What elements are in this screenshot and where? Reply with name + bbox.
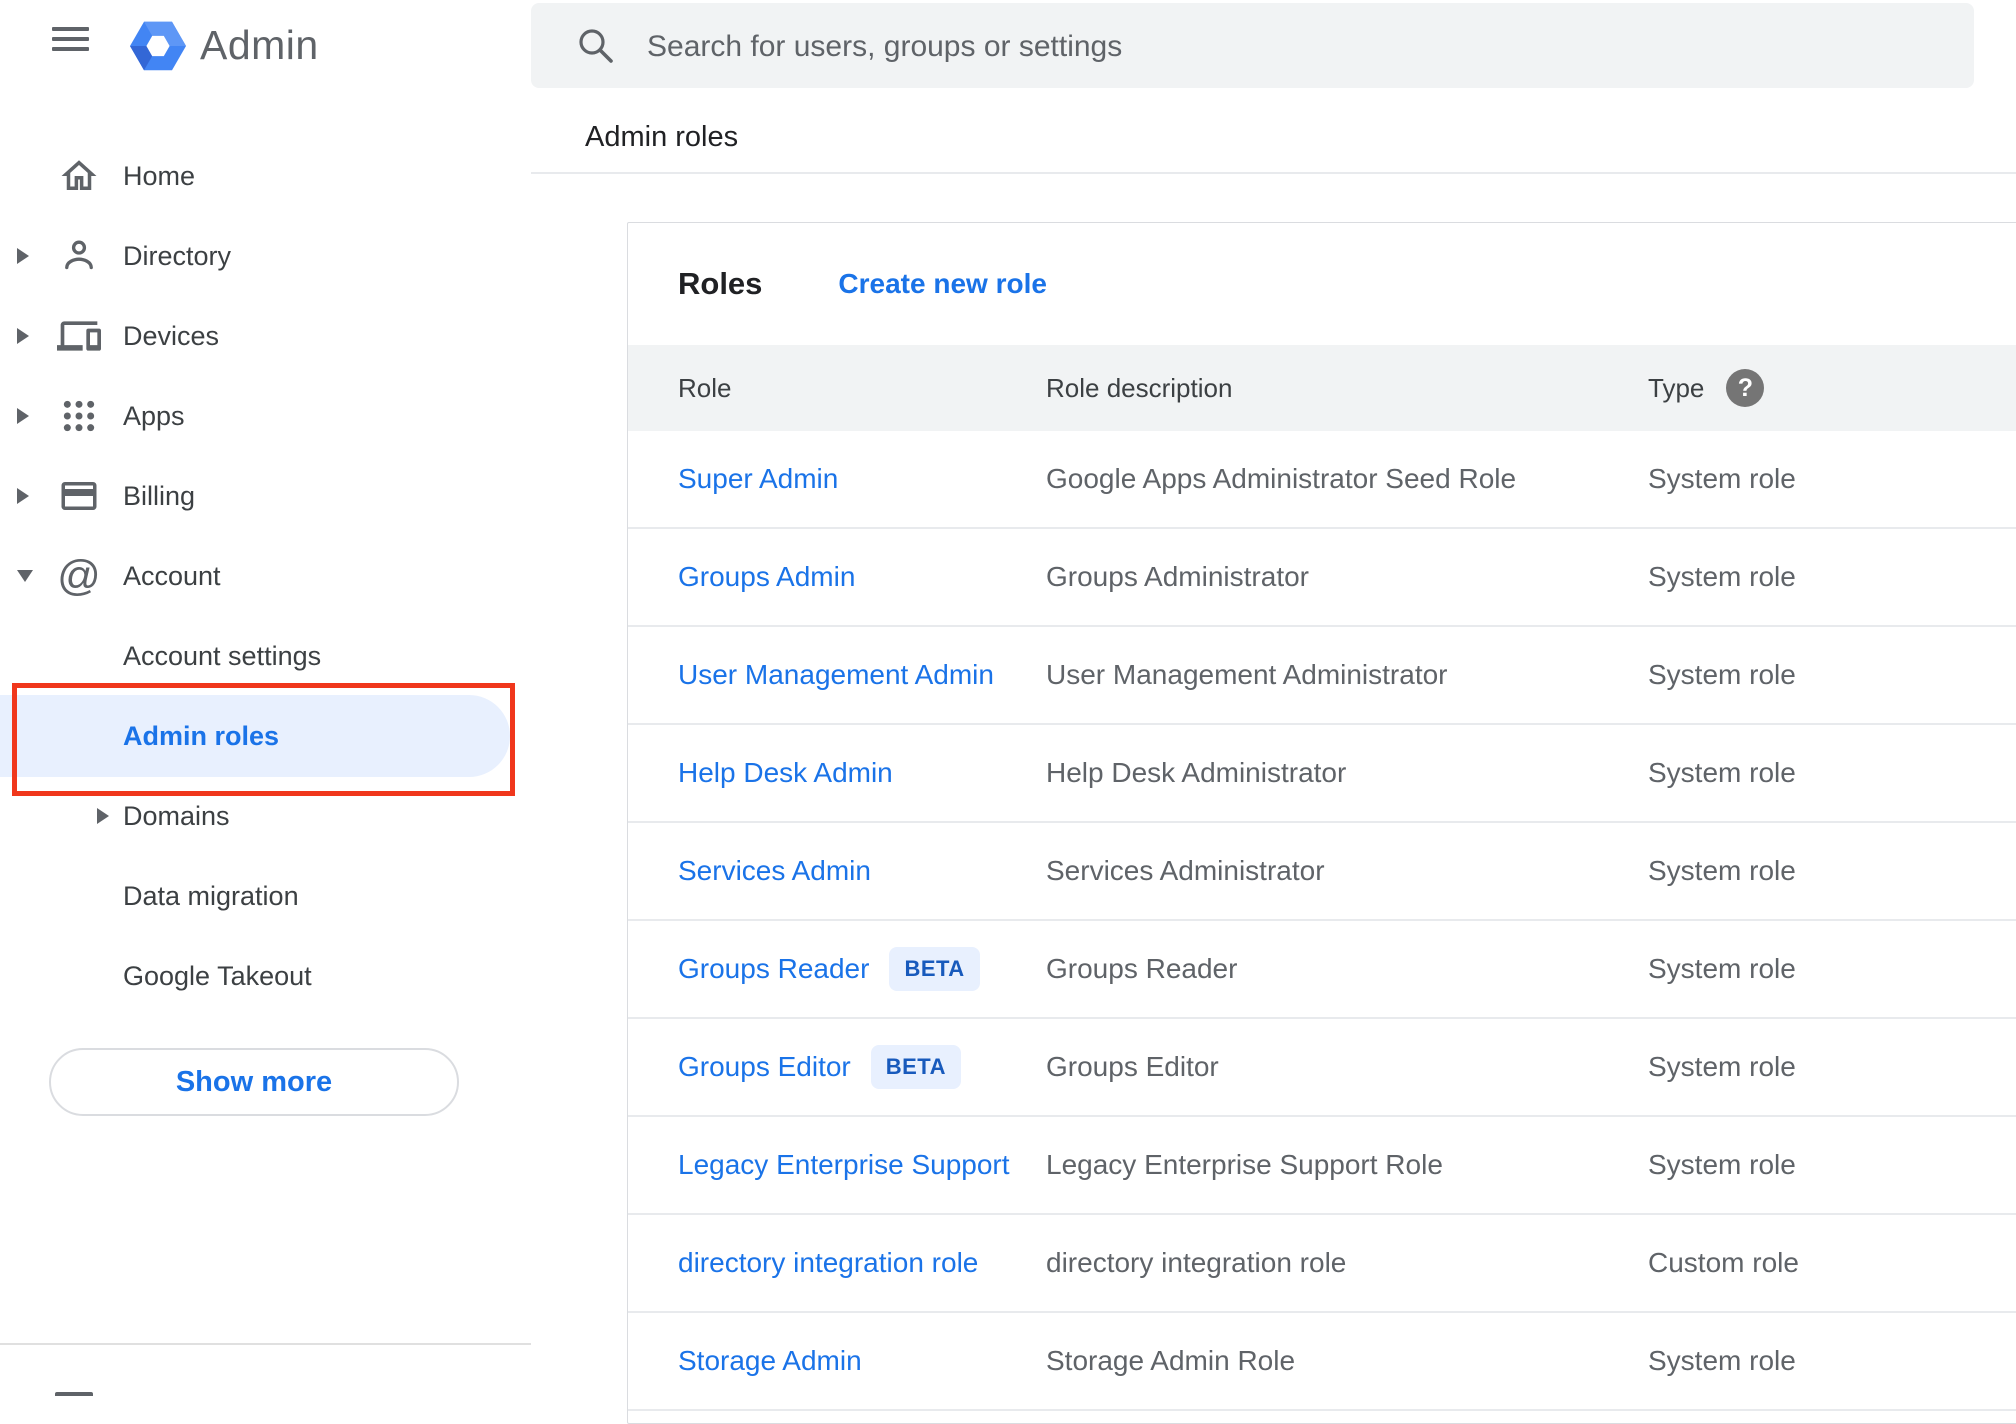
- sidebar-item-home[interactable]: Home: [0, 136, 531, 216]
- person-icon: [56, 233, 102, 279]
- role-description-cell: Groups Administrator: [1046, 561, 1309, 592]
- sidebar-item-directory[interactable]: Directory: [0, 216, 531, 296]
- table-row: Groups Admin Groups Administrator System…: [628, 529, 2016, 627]
- chevron-right-icon[interactable]: [17, 488, 29, 504]
- role-link[interactable]: Help Desk Admin: [678, 757, 893, 789]
- table-row: Storage Admin Storage Admin Role System …: [628, 1313, 2016, 1411]
- role-description-cell: Storage Admin Role: [1046, 1345, 1296, 1376]
- sidebar-item-account-settings[interactable]: Account settings: [0, 616, 531, 696]
- role-type-cell: System role: [1648, 953, 1796, 984]
- table-row: Services Admin Services Administrator Sy…: [628, 823, 2016, 921]
- role-description-cell: Services Administrator: [1046, 855, 1325, 886]
- table-row: User Management Admin User Management Ad…: [628, 627, 2016, 725]
- sidebar: Admin Home Directory Devices Apps Billin…: [0, 0, 531, 1396]
- role-type-cell: System role: [1648, 855, 1796, 886]
- sidebar-item-admin-roles[interactable]: Admin roles: [0, 695, 531, 777]
- role-description-cell: Google Apps Administrator Seed Role: [1046, 463, 1517, 494]
- column-header-role-description: Role description: [1046, 372, 1233, 403]
- chevron-right-icon[interactable]: [17, 248, 29, 264]
- sidebar-item-google-takeout[interactable]: Google Takeout: [0, 936, 531, 1016]
- chevron-down-icon[interactable]: [17, 570, 33, 582]
- role-link[interactable]: Services Admin: [678, 855, 871, 887]
- sidebar-item-domains[interactable]: Domains: [0, 776, 531, 856]
- home-icon: [56, 153, 102, 199]
- role-link[interactable]: Groups Admin: [678, 561, 855, 593]
- role-type-cell: System role: [1648, 561, 1796, 592]
- apps-icon: [56, 393, 102, 439]
- sidebar-nav: Home Directory Devices Apps Billing @ Ac…: [0, 136, 531, 1016]
- role-link[interactable]: Groups Reader: [678, 953, 869, 985]
- show-more-button[interactable]: Show more: [49, 1048, 459, 1116]
- role-link[interactable]: Legacy Enterprise Support: [678, 1149, 1010, 1181]
- sidebar-item-account[interactable]: @ Account: [0, 536, 531, 616]
- devices-icon: [56, 313, 102, 359]
- table-row: Legacy Enterprise Support Legacy Enterpr…: [628, 1117, 2016, 1215]
- role-type-cell: System role: [1648, 757, 1796, 788]
- chevron-right-icon[interactable]: [17, 408, 29, 424]
- role-description-cell: Groups Editor: [1046, 1051, 1219, 1082]
- help-question-icon[interactable]: ?: [1726, 369, 1765, 407]
- chevron-right-icon[interactable]: [17, 328, 29, 344]
- column-header-role: Role: [678, 372, 732, 403]
- search-input[interactable]: [645, 3, 1929, 90]
- chevron-right-icon[interactable]: [97, 808, 109, 824]
- card-icon: [56, 473, 102, 519]
- breadcrumb: Admin roles: [585, 121, 739, 153]
- beta-badge: BETA: [889, 947, 980, 991]
- role-type-cell: System role: [1648, 659, 1796, 690]
- role-link[interactable]: directory integration role: [678, 1247, 978, 1279]
- table-header-row: Role Role description Type ?: [628, 345, 2016, 431]
- search-icon: [575, 25, 617, 72]
- role-description-cell: directory integration role: [1046, 1247, 1347, 1278]
- at-icon: @: [57, 551, 101, 600]
- role-link[interactable]: Groups Editor: [678, 1051, 851, 1083]
- sidebar-item-apps[interactable]: Apps: [0, 376, 531, 456]
- roles-panel-header: Roles Create new role: [628, 223, 2016, 345]
- sidebar-item-data-migration[interactable]: Data migration: [0, 856, 531, 936]
- role-description-cell: Groups Reader: [1046, 953, 1238, 984]
- role-type-cell: Custom role: [1648, 1247, 1799, 1278]
- table-row: Super Admin Google Apps Administrator Se…: [628, 431, 2016, 529]
- sidebar-item-billing[interactable]: Billing: [0, 456, 531, 536]
- role-link[interactable]: User Management Admin: [678, 659, 994, 691]
- sidebar-item-devices[interactable]: Devices: [0, 296, 531, 376]
- role-description-cell: Legacy Enterprise Support Role: [1046, 1149, 1443, 1180]
- beta-badge: BETA: [870, 1045, 962, 1089]
- role-link[interactable]: Super Admin: [678, 463, 838, 495]
- hamburger-menu-icon[interactable]: [52, 27, 89, 55]
- column-header-type: Type ?: [1648, 345, 1765, 431]
- role-description-cell: Help Desk Administrator: [1046, 757, 1347, 788]
- sidebar-divider: [0, 1343, 531, 1345]
- table-row: directory integration role directory int…: [628, 1215, 2016, 1313]
- role-description-cell: User Management Administrator: [1046, 659, 1448, 690]
- cut-off-bottom-icon: [55, 1392, 93, 1396]
- search-bar: [531, 3, 1974, 90]
- create-new-role-link[interactable]: Create new role: [838, 268, 1047, 300]
- app-title: Admin: [200, 22, 319, 68]
- role-type-cell: System role: [1648, 463, 1796, 494]
- table-row: Groups Editor BETA Groups Editor System …: [628, 1019, 2016, 1117]
- role-type-cell: System role: [1648, 1345, 1796, 1376]
- table-row: Help Desk Admin Help Desk Administrator …: [628, 725, 2016, 823]
- sidebar-header: Admin: [0, 0, 531, 100]
- admin-logo-icon: [128, 18, 188, 74]
- role-type-cell: System role: [1648, 1051, 1796, 1082]
- table-body: Super Admin Google Apps Administrator Se…: [628, 431, 2016, 1411]
- roles-panel: Roles Create new role Role Role descript…: [627, 222, 2016, 1424]
- table-row: Groups Reader BETA Groups Reader System …: [628, 921, 2016, 1019]
- role-type-cell: System role: [1648, 1149, 1796, 1180]
- header-divider: [531, 172, 2016, 174]
- panel-title: Roles: [678, 266, 763, 301]
- role-link[interactable]: Storage Admin: [678, 1345, 862, 1377]
